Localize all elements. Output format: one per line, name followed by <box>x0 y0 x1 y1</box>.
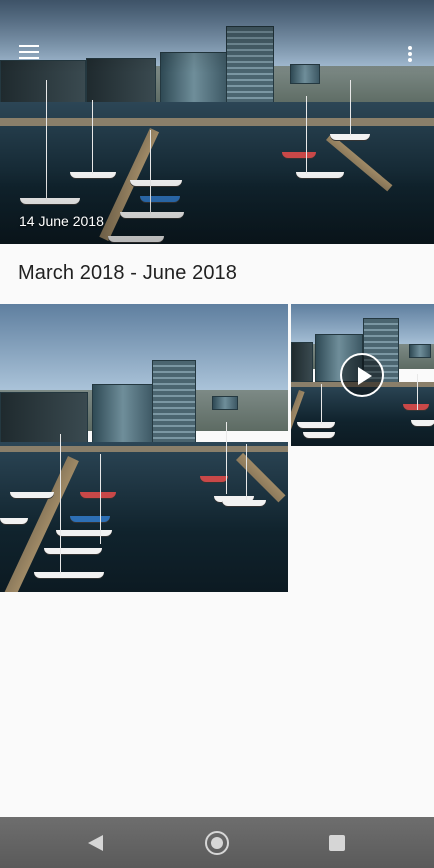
photo-boat <box>297 422 335 428</box>
photo-boat <box>70 516 110 522</box>
photo-boat <box>222 500 266 506</box>
photo-boat <box>200 476 228 482</box>
photo-boat <box>303 432 335 438</box>
photo-skyline <box>0 65 434 105</box>
photo-boat <box>80 492 116 498</box>
photo-quay <box>0 118 434 126</box>
photo-mast <box>92 100 93 174</box>
back-icon[interactable] <box>88 834 104 852</box>
photo-mast <box>100 454 101 544</box>
photo-mast <box>150 130 151 214</box>
grid-item-photo[interactable] <box>0 304 288 592</box>
hero-date-label: 14 June 2018 <box>19 213 104 229</box>
photo-mast <box>306 96 307 174</box>
photo-boat <box>0 518 28 524</box>
photo-boat <box>140 196 180 202</box>
photo-building <box>92 384 154 448</box>
recents-icon[interactable] <box>329 835 345 851</box>
photo-boat <box>296 172 344 178</box>
date-range-title: March 2018 - June 2018 <box>18 262 238 284</box>
play-icon[interactable] <box>340 353 384 397</box>
photo-pier <box>326 133 393 192</box>
photo-mast <box>321 384 322 424</box>
photo-boat <box>20 198 80 204</box>
hero-photo[interactable] <box>0 0 434 244</box>
photo-building <box>226 26 274 120</box>
photo-boat <box>330 134 370 140</box>
photo-mast <box>246 444 247 500</box>
photo-pier <box>99 128 160 241</box>
photo-mast <box>46 80 47 200</box>
photo-building <box>86 58 156 118</box>
photo-boat <box>70 172 116 178</box>
photo-boat <box>282 152 316 158</box>
photo-boat <box>130 180 182 186</box>
menu-icon[interactable] <box>19 45 39 61</box>
photo-sky <box>0 0 434 103</box>
photo-building <box>291 342 313 382</box>
photo-building <box>0 60 86 118</box>
photo-boat <box>10 492 54 498</box>
photo-building <box>409 344 431 358</box>
photo-boat <box>411 420 434 426</box>
more-vertical-icon[interactable] <box>401 44 419 64</box>
photo-boat <box>120 212 184 218</box>
photo-quay <box>0 446 288 452</box>
photo-boat <box>403 404 429 410</box>
photo-mast <box>60 434 61 574</box>
photo-building <box>212 396 238 410</box>
photo-building <box>152 360 196 450</box>
photo-mast <box>350 80 351 136</box>
photo-boat <box>56 530 112 536</box>
home-icon[interactable] <box>205 831 229 855</box>
photo-boat <box>108 236 164 242</box>
photo-building <box>160 52 228 118</box>
photo-mast <box>417 374 418 410</box>
photo-boat <box>44 548 102 554</box>
photo-building <box>0 392 88 448</box>
photo-boat <box>34 572 104 578</box>
photo-mast <box>226 422 227 494</box>
photo-building <box>290 64 320 84</box>
